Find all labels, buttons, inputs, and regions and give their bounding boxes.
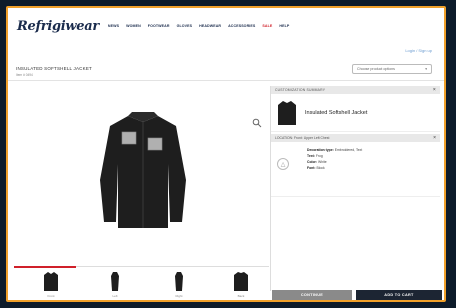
brand-logo[interactable]: Refrigiwear xyxy=(17,19,99,34)
nav-item-sale[interactable]: SALE xyxy=(262,24,272,28)
divider xyxy=(8,80,444,81)
nav-item-women[interactable]: WOMEN xyxy=(126,24,141,28)
product-title: INSULATED SOFTSHELL JACKET xyxy=(16,66,92,71)
decoration-lines: Decoration type: Embroidered, Text Text:… xyxy=(307,148,440,170)
remove-location-icon[interactable]: × xyxy=(433,135,436,141)
nav-item-help[interactable]: HELP xyxy=(279,24,289,28)
product-item-number: Item # 0494 xyxy=(16,73,33,77)
decoration-font-line: Font: Block xyxy=(307,166,325,170)
add-to-cart-button[interactable]: ADD TO CART xyxy=(356,290,442,300)
panel-header: CUSTOMIZATION SUMMARY × xyxy=(271,86,440,94)
jacket-back-icon xyxy=(234,272,248,291)
login-link[interactable]: Login / Sign up xyxy=(405,48,432,53)
customization-panel: CUSTOMIZATION SUMMARY × Insulated Softsh… xyxy=(270,86,440,291)
thumb-right[interactable]: Right xyxy=(164,271,194,300)
product-header: INSULATED SOFTSHELL JACKET Item # 0494 xyxy=(16,66,92,77)
thumb-label: Front xyxy=(47,294,55,298)
decoration-text-line: Text: Frog xyxy=(307,154,323,158)
jacket-thumb-icon xyxy=(278,100,296,125)
thumb-front[interactable]: Front xyxy=(36,271,66,300)
location-header: LOCATION: Front: Upper Left Chest × xyxy=(271,134,440,142)
options-select[interactable]: Choose product options ▾ xyxy=(352,64,432,74)
product-viewer xyxy=(14,82,269,262)
zoom-icon[interactable] xyxy=(252,118,262,128)
divider xyxy=(271,196,440,197)
options-select-value: Choose product options xyxy=(357,67,395,71)
summary-product-name: Insulated Softshell Jacket xyxy=(305,109,368,116)
continue-button[interactable]: CONTINUE xyxy=(272,290,352,300)
location-title: LOCATION: Front: Upper Left Chest xyxy=(275,136,330,140)
active-thumb-indicator xyxy=(14,266,76,268)
thumb-label: Left xyxy=(112,294,118,298)
site-header: Refrigiwear NEWS WOMEN FOOTWEAR GLOVES H… xyxy=(8,8,444,44)
jacket-right-icon xyxy=(175,272,183,291)
nav-item-news[interactable]: NEWS xyxy=(108,24,119,28)
nav-item-gloves[interactable]: GLOVES xyxy=(177,24,193,28)
decoration-color-line: Color: White xyxy=(307,160,327,164)
nav-item-accessories[interactable]: ACCESSORIES xyxy=(228,24,255,28)
nav-item-headwear[interactable]: HEADWEAR xyxy=(199,24,221,28)
thumb-label: Right xyxy=(175,294,183,298)
chevron-down-icon: ▾ xyxy=(425,67,427,71)
thumbnail-strip: Front Left Right Back xyxy=(14,266,269,300)
app-window: Refrigiwear NEWS WOMEN FOOTWEAR GLOVES H… xyxy=(6,6,446,302)
close-icon[interactable]: × xyxy=(433,87,436,93)
decoration-detail: △ Decoration type: Embroidered, Text Tex… xyxy=(271,142,440,182)
thumb-back[interactable]: Back xyxy=(226,271,256,300)
nav-item-footwear[interactable]: FOOTWEAR xyxy=(148,24,170,28)
jacket-front-icon xyxy=(44,272,58,291)
jacket-image xyxy=(100,112,186,228)
summary-product-row: Insulated Softshell Jacket xyxy=(271,94,440,132)
main-nav: NEWS WOMEN FOOTWEAR GLOVES HEADWEAR ACCE… xyxy=(108,24,289,28)
decoration-type-line: Decoration type: Embroidered, Text xyxy=(307,148,363,152)
thumb-left[interactable]: Left xyxy=(100,271,130,300)
thumb-label: Back xyxy=(237,294,245,298)
panel-title: CUSTOMIZATION SUMMARY xyxy=(275,88,326,92)
decoration-preview-icon: △ xyxy=(277,158,289,170)
jacket-left-icon xyxy=(111,272,119,291)
